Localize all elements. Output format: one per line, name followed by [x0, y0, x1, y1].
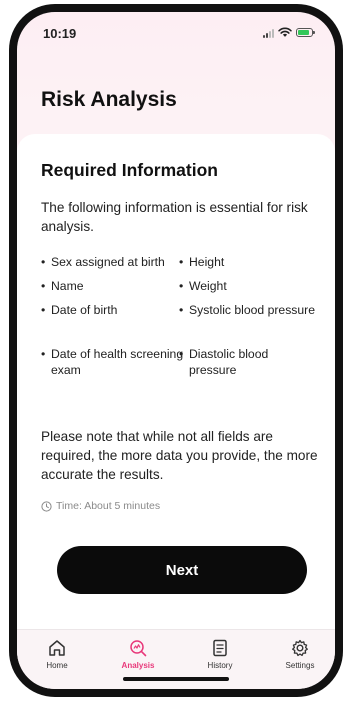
tab-settings-label: Settings — [285, 661, 315, 670]
list-item: Sex assigned at birth — [41, 254, 191, 278]
wifi-icon — [278, 27, 292, 37]
home-icon — [49, 640, 65, 656]
tab-analysis-label: Analysis — [121, 661, 155, 670]
battery-fill — [298, 30, 309, 35]
tab-home-label: Home — [46, 661, 68, 670]
app-screen: 10:19 Risk Analysis Required Information… — [17, 12, 335, 689]
tab-analysis[interactable]: Analysis — [103, 638, 173, 678]
time-estimate-label: Time: About 5 minutes — [56, 500, 161, 512]
list-item: Height — [179, 254, 319, 278]
analysis-icon — [130, 640, 147, 657]
home-indicator — [123, 677, 229, 681]
list-item: Date of birth — [41, 302, 191, 346]
status-bar: 10:19 — [17, 12, 335, 54]
list-item: Weight — [179, 278, 319, 302]
list-item: Date of health screening exam — [41, 346, 191, 380]
battery-icon — [296, 28, 315, 37]
intro-text: The following information is essential f… — [41, 200, 308, 234]
tab-home[interactable]: Home — [22, 638, 92, 678]
time-estimate: Time: About 5 minutes — [41, 500, 160, 512]
gear-icon — [292, 639, 308, 657]
list-item: Diastolic blood pressure — [179, 346, 319, 380]
tab-settings[interactable]: Settings — [265, 638, 335, 678]
card-title: Required Information — [41, 160, 218, 180]
tab-history-label: History — [207, 661, 233, 670]
list-item: Name — [41, 278, 191, 302]
required-info-card: Required Information The following infor… — [17, 134, 335, 629]
required-fields-right: Height Weight Systolic blood pressure Di… — [179, 254, 319, 380]
cellular-signal-icon — [263, 28, 274, 38]
list-item: Systolic blood pressure — [179, 302, 319, 346]
note-text: Please note that while not all fields ar… — [41, 429, 318, 482]
next-button[interactable]: Next — [57, 546, 307, 594]
status-icons — [263, 27, 315, 38]
page-title: Risk Analysis — [41, 88, 177, 111]
clock-icon — [41, 500, 52, 512]
tab-history[interactable]: History — [185, 638, 255, 678]
history-icon — [213, 639, 227, 657]
status-time: 10:19 — [43, 26, 77, 41]
required-fields-left: Sex assigned at birth Name Date of birth… — [41, 254, 191, 380]
